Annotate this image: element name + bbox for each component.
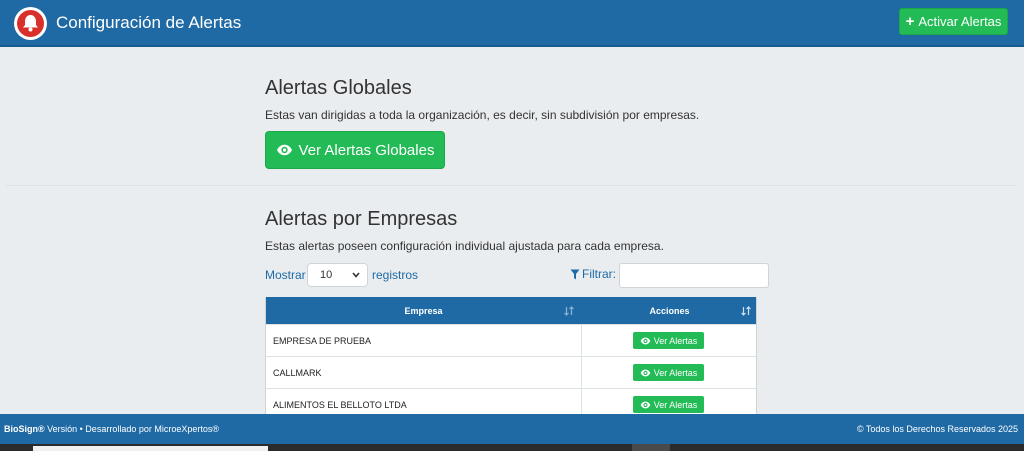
companies-table: Empresa Acciones EMPRESA DE PRUEBA Ver A… [265,297,757,417]
company-alerts-description: Estas alertas poseen configuración indiv… [265,239,664,253]
column-header-actions[interactable]: Acciones [581,297,756,324]
os-taskbar [0,444,1024,451]
view-alerts-label: Ver Alertas [653,399,698,410]
footer-brand: BioSign® [4,424,45,434]
sort-icon [741,306,751,316]
company-name: EMPRESA DE PRUEBA [273,336,372,346]
filter-icon [570,269,580,279]
eye-icon [276,144,292,156]
filter-label-group: Filtrar: [570,267,616,281]
global-alerts-description: Estas van dirigidas a toda la organizaci… [265,108,700,122]
eye-icon [640,369,651,376]
show-label: Mostrar [265,268,306,282]
filter-label: Filtrar: [582,267,616,281]
taskbar-item[interactable] [632,444,670,451]
company-alerts-title: Alertas por Empresas [265,208,458,230]
footer-credits-text: Versión • Desarrollado por MicroeXpertos… [44,424,219,434]
chevron-down-icon [352,272,360,278]
column-header-company[interactable]: Empresa [266,297,581,324]
column-header-actions-label: Acciones [649,305,690,316]
footer: BioSign® Versión • Desarrollado por Micr… [0,414,1024,444]
view-alerts-label: Ver Alertas [653,335,698,346]
company-name: CALLMARK [273,368,322,378]
activate-alerts-button[interactable]: + Activar Alertas [899,8,1008,35]
column-header-company-label: Empresa [404,305,443,316]
footer-credits: BioSign® Versión • Desarrollado por Micr… [4,424,219,434]
page-size-select[interactable]: 10 [307,263,368,287]
plus-icon: + [905,13,915,30]
company-name: ALIMENTOS EL BELLOTO LTDA [273,400,407,410]
table-row: ALIMENTOS EL BELLOTO LTDA Ver Alertas [266,388,756,416]
view-alerts-label: Ver Alertas [653,367,698,378]
view-global-alerts-label: Ver Alertas Globales [298,141,435,159]
view-alerts-button[interactable]: Ver Alertas [633,332,704,349]
table-row: CALLMARK Ver Alertas [266,356,756,389]
table-header: Empresa Acciones [266,297,756,324]
page-size-value: 10 [320,269,333,281]
eye-icon [640,337,651,344]
page-title: Configuración de Alertas [56,13,242,32]
view-alerts-button[interactable]: Ver Alertas [633,396,704,413]
activate-alerts-label: Activar Alertas [918,14,1002,29]
section-divider [6,185,1016,186]
top-navbar: Configuración de Alertas + Activar Alert… [0,0,1024,47]
view-global-alerts-button[interactable]: Ver Alertas Globales [265,131,445,169]
global-alerts-title: Alertas Globales [265,77,412,99]
footer-copyright: © Todos los Derechos Reservados 2025 [856,424,1018,434]
filter-input[interactable] [619,263,769,288]
taskbar-item[interactable] [33,446,268,451]
records-label: registros [372,268,419,282]
bell-icon [14,7,47,40]
view-alerts-button[interactable]: Ver Alertas [633,364,704,381]
eye-icon [640,401,651,408]
sort-icon [564,306,574,316]
table-row: EMPRESA DE PRUEBA Ver Alertas [266,324,756,357]
